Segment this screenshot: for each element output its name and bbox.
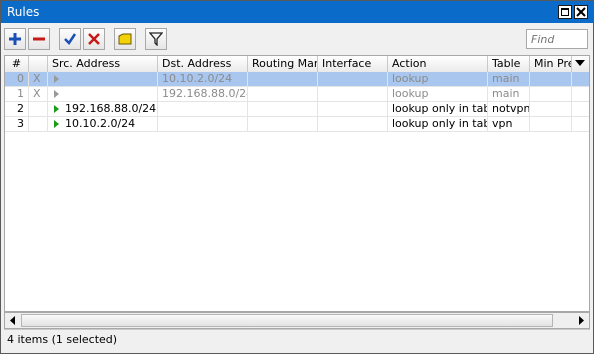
cell-dst-address <box>158 102 248 116</box>
cell-interface <box>318 117 388 131</box>
window-title: Rules <box>7 5 40 19</box>
cell-table: main <box>488 72 530 86</box>
arrow-left-icon <box>10 316 15 325</box>
column-header-flags[interactable] <box>29 56 48 72</box>
cell-dst-address <box>158 117 248 131</box>
cell-min-pref <box>530 102 572 116</box>
table-header: # Src. Address Dst. Address Routing Mark… <box>5 56 589 73</box>
maximize-button[interactable] <box>558 5 572 19</box>
cell-dst-address: 10.10.2.0/24 <box>158 72 248 86</box>
cell-action: lookup <box>388 72 488 86</box>
cell-dst-address: 192.168.88.0/24 <box>158 87 248 101</box>
filter-button[interactable] <box>145 28 167 50</box>
cell-action: lookup <box>388 87 488 101</box>
cell-src-address: 192.168.88.0/24 <box>48 102 158 116</box>
cell-min-pref <box>530 72 572 86</box>
rule-arrow-icon <box>54 105 59 113</box>
x-icon <box>88 33 100 45</box>
rule-arrow-icon <box>54 75 59 83</box>
close-button[interactable] <box>574 5 588 19</box>
cell-src-text: 192.168.88.0/24 <box>65 102 157 115</box>
cell-routing-mark <box>248 117 318 131</box>
cell-table: vpn <box>488 117 530 131</box>
column-header-number[interactable]: # <box>5 56 29 72</box>
horizontal-scrollbar[interactable] <box>4 312 590 329</box>
cell-action: lookup only in table <box>388 102 488 116</box>
table-row[interactable]: 2 192.168.88.0/24 lookup only in table n… <box>5 102 589 117</box>
arrow-right-icon <box>579 316 584 325</box>
cell-min-pref <box>530 87 572 101</box>
filter-icon <box>149 32 163 46</box>
cell-routing-mark <box>248 72 318 86</box>
cell-number: 2 <box>5 102 29 116</box>
checkmark-icon <box>64 33 77 45</box>
cell-table: main <box>488 87 530 101</box>
column-header-min-pref[interactable]: Min Pref <box>530 56 572 72</box>
rule-arrow-icon <box>54 90 59 98</box>
minus-icon <box>33 37 45 41</box>
cell-flag: X <box>29 87 48 101</box>
column-header-routing-mark[interactable]: Routing Mark <box>248 56 318 72</box>
find-input[interactable] <box>526 29 588 49</box>
scroll-right-button[interactable] <box>573 313 589 328</box>
cell-interface <box>318 87 388 101</box>
toolbar <box>1 24 593 54</box>
rules-window: Rules # Src. Address Dst. Add <box>0 0 594 354</box>
cell-action: lookup only in table <box>388 117 488 131</box>
cell-number: 1 <box>5 87 29 101</box>
comment-button[interactable] <box>114 28 136 50</box>
title-bar[interactable]: Rules <box>1 1 593 23</box>
column-header-src-address[interactable]: Src. Address <box>48 56 158 72</box>
cell-src-address <box>48 87 158 101</box>
scroll-left-button[interactable] <box>5 313 21 328</box>
cell-min-pref <box>530 117 572 131</box>
cell-src-text: 10.10.2.0/24 <box>65 117 136 130</box>
status-bar: 4 items (1 selected) <box>4 329 590 350</box>
remove-button[interactable] <box>28 28 50 50</box>
column-header-table[interactable]: Table <box>488 56 530 72</box>
add-button[interactable] <box>4 28 26 50</box>
cell-flag <box>29 117 48 131</box>
note-icon <box>118 33 132 45</box>
chevron-down-icon <box>575 60 585 66</box>
table-row[interactable]: 1 X 192.168.88.0/24 lookup main <box>5 87 589 102</box>
cell-number: 0 <box>5 72 29 86</box>
table-row[interactable]: 0 X 10.10.2.0/24 lookup main <box>5 72 589 87</box>
cell-interface <box>318 72 388 86</box>
plus-icon <box>9 33 21 45</box>
cell-src-address: 10.10.2.0/24 <box>48 117 158 131</box>
cell-src-address <box>48 72 158 86</box>
cell-number: 3 <box>5 117 29 131</box>
rule-arrow-icon <box>54 120 59 128</box>
cell-flag: X <box>29 72 48 86</box>
table-row[interactable]: 3 10.10.2.0/24 lookup only in table vpn <box>5 117 589 132</box>
status-text: 4 items (1 selected) <box>7 333 118 346</box>
column-header-action[interactable]: Action <box>388 56 488 72</box>
cell-interface <box>318 102 388 116</box>
cell-routing-mark <box>248 102 318 116</box>
column-header-dst-address[interactable]: Dst. Address <box>158 56 248 72</box>
cell-flag <box>29 102 48 116</box>
disable-button[interactable] <box>83 28 105 50</box>
cell-routing-mark <box>248 87 318 101</box>
close-icon <box>576 7 586 17</box>
enable-button[interactable] <box>59 28 81 50</box>
column-header-interface[interactable]: Interface <box>318 56 388 72</box>
scrollbar-thumb[interactable] <box>21 314 553 327</box>
cell-table: notvpn <box>488 102 530 116</box>
rules-table: # Src. Address Dst. Address Routing Mark… <box>4 55 590 312</box>
column-menu-button[interactable] <box>572 56 589 72</box>
